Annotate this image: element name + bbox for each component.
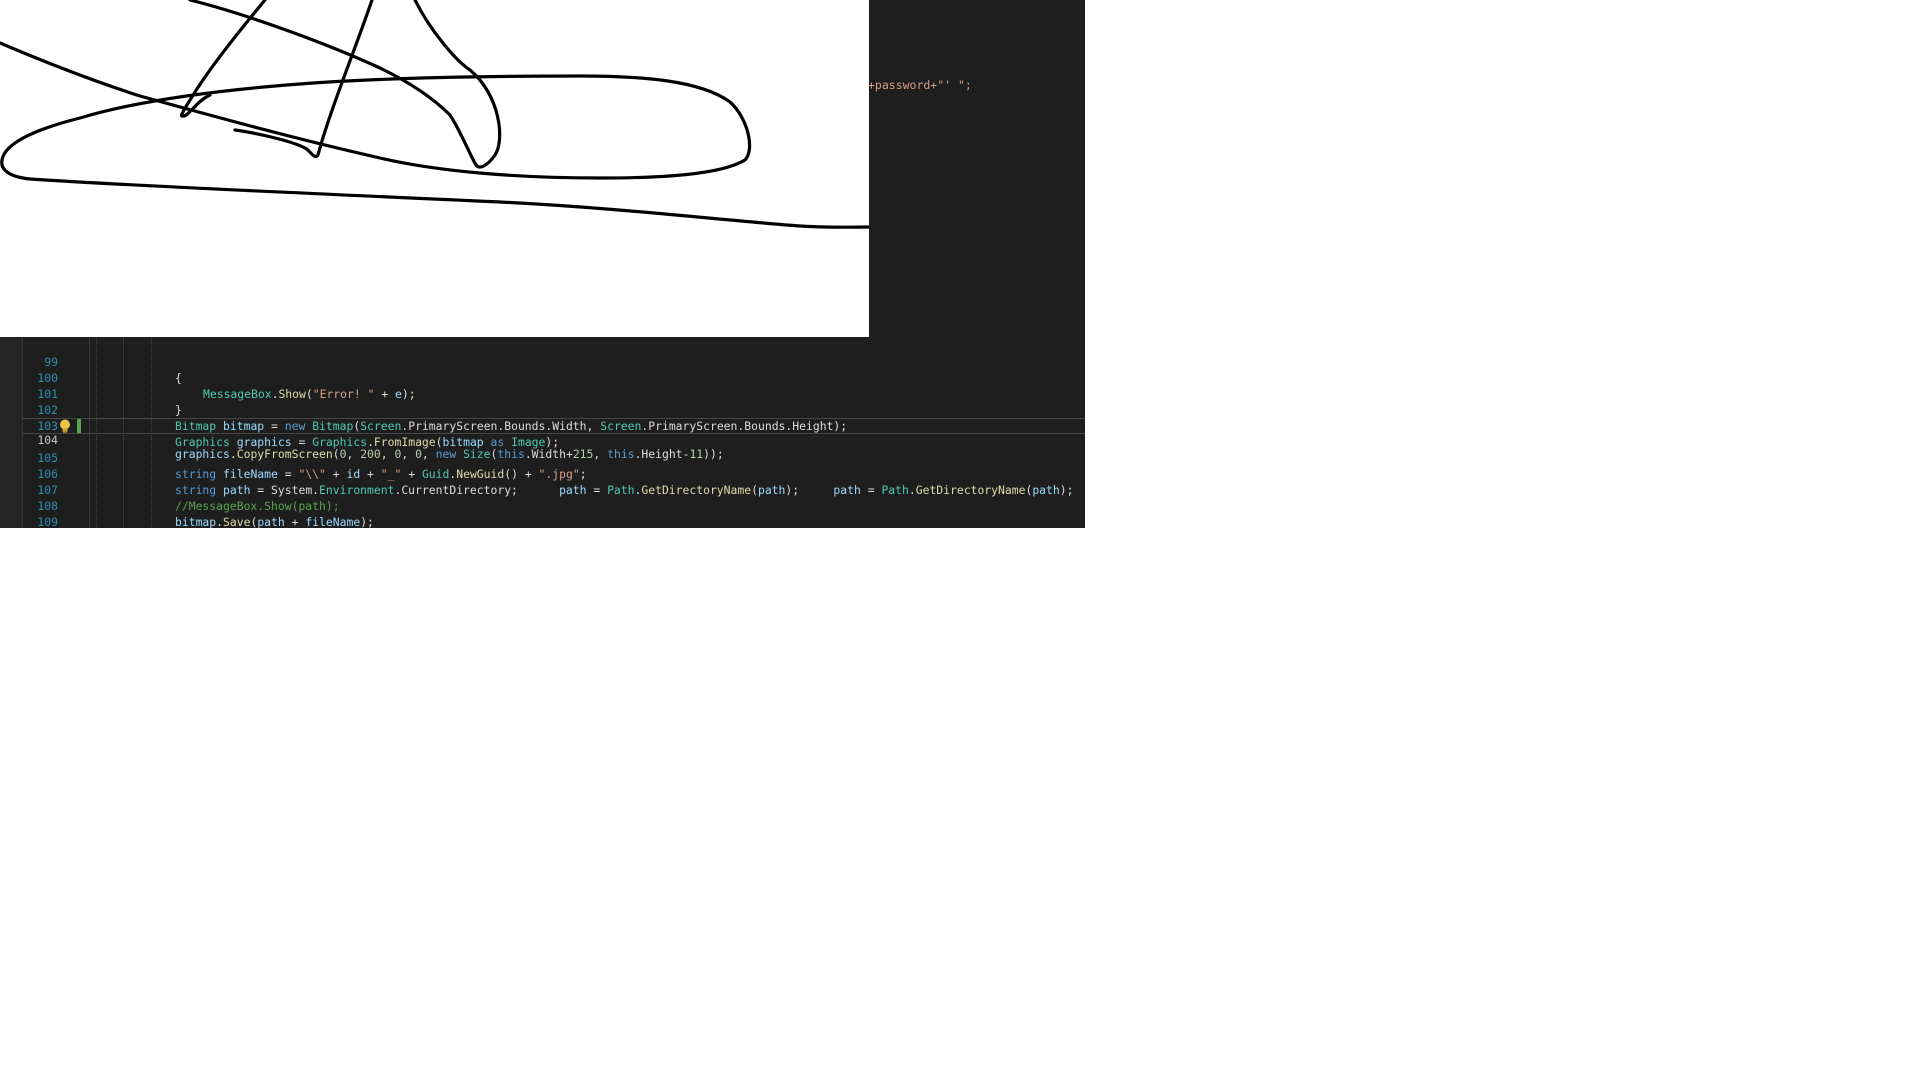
code-line[interactable]: 106 string path = System.Environment.Cur… (22, 450, 1085, 497)
code-line[interactable]: 102 Bitmap bitmap = new Bitmap(Screen.Pr… (22, 386, 1085, 433)
code-line[interactable]: 100 MessageBox.Show("Error! " + e); (22, 354, 1085, 401)
code-line[interactable]: 110 } (22, 514, 1085, 528)
code-line[interactable]: 105 string fileName = "\\" + id + "_" + … (22, 434, 1085, 481)
code-line-current[interactable]: 104 graphics.CopyFromScreen(0, 200, 0, 0… (22, 418, 1085, 461)
code-line[interactable]: 109 MessageBox.Show("Image saved."); (22, 498, 1085, 528)
code-line[interactable]: 107 //MessageBox.Show(path); (22, 466, 1085, 513)
code-line[interactable]: 108 bitmap.Save(path + fileName); (22, 482, 1085, 528)
code-line[interactable]: 101 } (22, 370, 1085, 417)
code-line[interactable]: 103 Graphics graphics = Graphics.FromIma… (22, 402, 1085, 449)
code-editor-pane[interactable]: 99 { 100 MessageBox.Show("Error! " + e);… (0, 337, 1085, 528)
editor-left-strip (0, 337, 23, 528)
freehand-scribble (0, 0, 869, 229)
code-line[interactable]: 99 { (22, 338, 1085, 385)
code-line-fragment[interactable]: +password+"' "; (868, 78, 972, 92)
code-fragment-text: +password+"' "; (868, 78, 972, 92)
drawing-canvas[interactable] (0, 0, 869, 337)
